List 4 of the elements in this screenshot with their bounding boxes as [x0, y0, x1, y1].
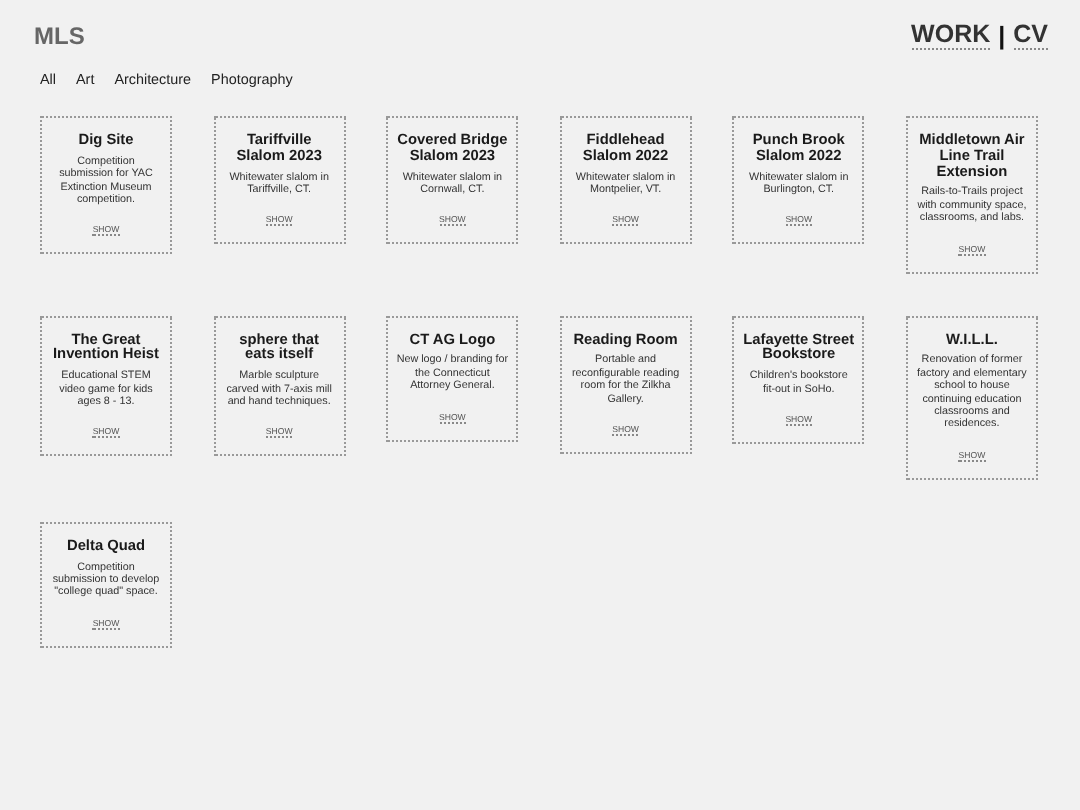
nav-link[interactable]: WORK	[911, 22, 991, 50]
nav-link[interactable]: CV	[1013, 22, 1048, 50]
site-logo: MLS	[34, 22, 85, 50]
nav-separator: |	[998, 22, 1006, 50]
